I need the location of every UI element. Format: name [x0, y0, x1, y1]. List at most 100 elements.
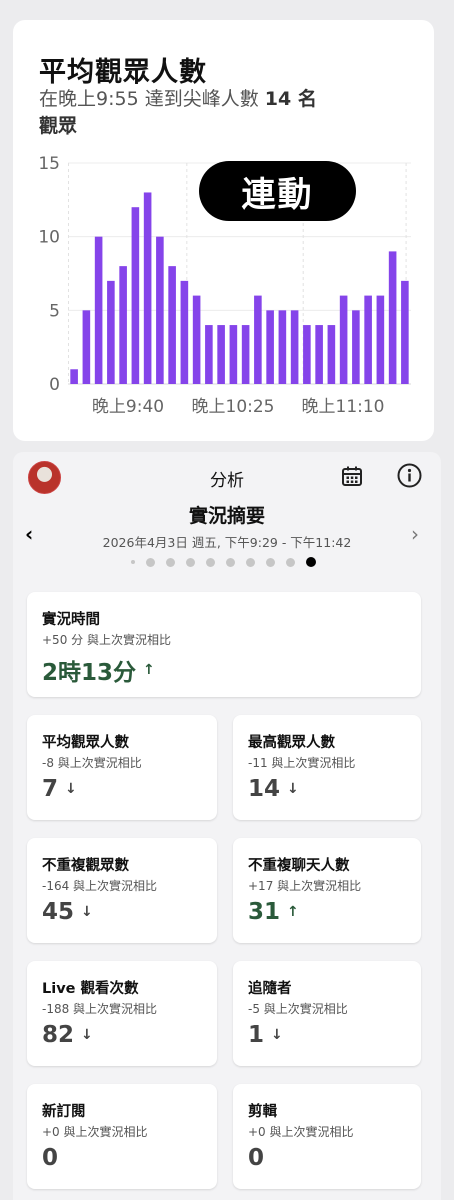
bar: [388, 251, 397, 384]
calendar-icon[interactable]: [341, 465, 363, 487]
y-tick-label: 5: [49, 301, 60, 321]
bar: [266, 310, 274, 384]
stat-value: 0: [248, 1145, 265, 1171]
stat-compare: +17 與上次實況相比: [248, 879, 362, 893]
stat-card-avg-viewers[interactable]: 平均觀眾人數 -8 與上次實況相比 7 ↓: [27, 715, 217, 820]
bar: [327, 325, 336, 384]
x-tick-label: 晚上10:25: [192, 397, 275, 417]
page-dot-active[interactable]: [306, 557, 316, 567]
stat-value-row: 82 ↓: [42, 1022, 93, 1048]
stat-card-max-viewers[interactable]: 最高觀眾人數 -11 與上次實況相比 14 ↓: [233, 715, 421, 820]
arrow-down-icon: ↓: [65, 781, 77, 797]
bar: [119, 266, 127, 384]
stat-value: 45: [42, 899, 75, 925]
bar: [364, 295, 372, 384]
stat-compare: -188 與上次實況相比: [42, 1002, 158, 1016]
stat-title: Live 觀看次數: [42, 981, 139, 997]
stat-value-row: 14 ↓: [248, 776, 299, 802]
viewer-chart-card: 0 5 10 15 晚上9:40 晚上10:25 晚上11:10 平均觀眾人數 在晚上9:5…: [13, 20, 434, 441]
stat-value: 1: [248, 1022, 265, 1048]
stat-card-unique-chatters[interactable]: 不重複聊天人數 +17 與上次實況相比 31 ↑: [233, 838, 421, 943]
bar: [143, 192, 152, 384]
stat-title: 不重複觀眾數: [42, 858, 129, 874]
bar: [401, 280, 409, 384]
bar: [315, 325, 323, 384]
stat-card-live-time[interactable]: 實況時間 +50 分 與上次實況相比 2時13分 ↑: [27, 592, 421, 697]
x-tick-label: 晚上9:40: [92, 397, 164, 417]
arrow-up-icon: ↑: [143, 662, 155, 678]
analytics-panel: 分析 實況摘要 ‹ › 2026年4月3日 週五, 下午9:29 - 下午11:…: [13, 452, 441, 1200]
page-dot[interactable]: [246, 557, 255, 567]
stat-compare: -8 與上次實況相比: [42, 756, 142, 770]
stat-title: 實況時間: [42, 612, 100, 628]
stat-card-clips[interactable]: 剪輯 +0 與上次實況相比 0: [233, 1084, 421, 1189]
page-dot[interactable]: [186, 557, 195, 567]
bar: [339, 295, 348, 384]
page-dot[interactable]: [146, 557, 155, 567]
page-dot[interactable]: [286, 557, 295, 567]
bar: [376, 295, 385, 384]
bar: [180, 280, 189, 384]
stat-value-row: 0: [42, 1145, 58, 1171]
date-range: 2026年4月3日 週五, 下午9:29 - 下午11:42: [102, 535, 352, 550]
chart-subtitle: 在晚上9:55 達到尖峰人數 14 名 觀眾: [39, 86, 399, 140]
stat-value: 2時13分: [42, 660, 137, 686]
stat-card-followers[interactable]: 追隨者 -5 與上次實況相比 1 ↓: [233, 961, 421, 1066]
stat-title: 最高觀眾人數: [248, 735, 335, 751]
bar: [241, 325, 250, 384]
bar: [82, 310, 91, 384]
stat-value-row: 0: [248, 1145, 264, 1171]
bar: [205, 325, 213, 384]
bar: [94, 236, 103, 384]
subtitle-prefix: 在晚上9:55 達到尖峰人數: [39, 88, 259, 110]
stat-compare: +0 與上次實況相比: [42, 1125, 148, 1139]
arrow-up-icon: ↑: [287, 904, 299, 920]
pagination-dots[interactable]: [131, 557, 316, 567]
page-dot[interactable]: [266, 557, 275, 567]
stat-value: 14: [248, 776, 281, 802]
y-tick-label: 15: [38, 154, 60, 174]
bar: [70, 369, 78, 384]
stat-card-live-views[interactable]: Live 觀看次數 -188 與上次實況相比 82 ↓: [27, 961, 217, 1066]
page-dot[interactable]: [166, 557, 175, 567]
stat-compare: -5 與上次實況相比: [248, 1002, 348, 1016]
stat-compare: -164 與上次實況相比: [42, 879, 158, 893]
page-title: 分析: [210, 471, 244, 491]
subtitle-suffix: 觀眾: [39, 115, 78, 137]
stat-value-row: 31 ↑: [248, 899, 299, 925]
y-tick-label: 10: [38, 228, 60, 248]
arrow-down-icon: ↓: [271, 1027, 283, 1043]
stat-value-row: 7 ↓: [42, 776, 77, 802]
stat-compare: -11 與上次實況相比: [248, 756, 356, 770]
stat-value: 7: [42, 776, 59, 802]
stat-title: 平均觀眾人數: [42, 735, 129, 751]
bar: [229, 325, 238, 384]
stat-value-row: 45 ↓: [42, 899, 93, 925]
lian-badge: 連動: [199, 161, 356, 221]
page-dot[interactable]: [131, 560, 135, 564]
stat-title: 追隨者: [248, 981, 292, 997]
stat-value-row: 1 ↓: [248, 1022, 283, 1048]
arrow-down-icon: ↓: [81, 1027, 93, 1043]
stat-compare: +50 分 與上次實況相比: [42, 633, 171, 647]
subtitle-value: 14 名: [264, 88, 317, 110]
page-dot[interactable]: [206, 557, 215, 567]
bar: [352, 310, 360, 384]
bar: [107, 280, 115, 384]
stat-compare: +0 與上次實況相比: [248, 1125, 354, 1139]
arrow-down-icon: ↓: [81, 904, 93, 920]
stat-card-unique-viewers[interactable]: 不重複觀眾數 -164 與上次實況相比 45 ↓: [27, 838, 217, 943]
stat-card-new-subs[interactable]: 新訂閱 +0 與上次實況相比 0: [27, 1084, 217, 1189]
bar: [156, 236, 164, 384]
stat-value: 0: [42, 1145, 59, 1171]
bar: [278, 310, 287, 384]
chart-title: 平均觀眾人數: [39, 57, 207, 88]
info-icon[interactable]: [397, 463, 422, 488]
bar: [217, 325, 225, 384]
bar: [290, 310, 299, 384]
stat-value-row: 2時13分 ↑: [42, 653, 155, 687]
page-dot[interactable]: [226, 557, 235, 567]
bar: [303, 325, 311, 384]
bar: [192, 295, 201, 384]
bar: [254, 295, 262, 384]
